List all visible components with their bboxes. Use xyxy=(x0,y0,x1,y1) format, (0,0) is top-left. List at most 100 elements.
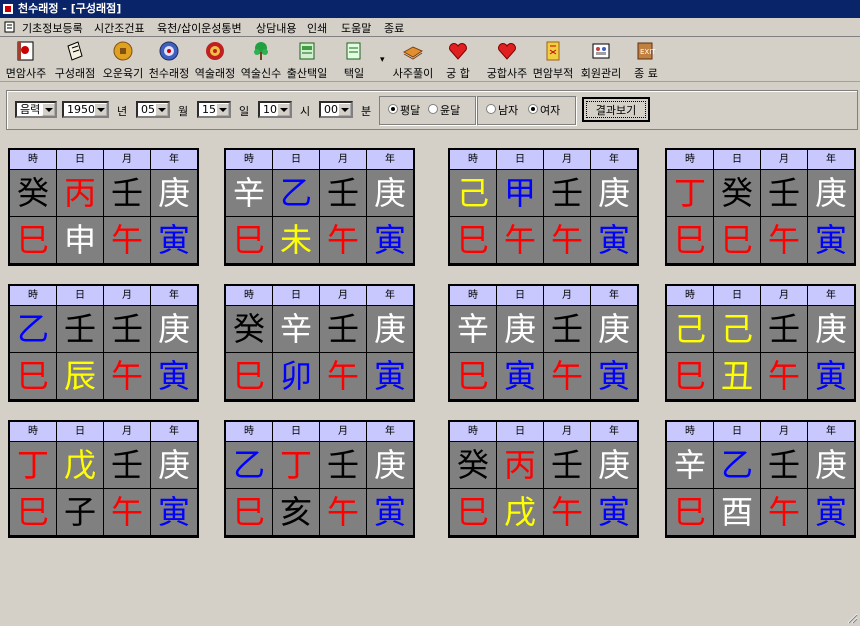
show-results-button[interactable]: 결과보기 xyxy=(582,97,650,122)
heavenly-stem-cell: 辛 xyxy=(667,442,713,488)
toolbar: 면암사주 구성래점 오운육기 천수래정 역술래정 역술신수 출산택일 택일 ▾ … xyxy=(0,37,860,82)
pillar-header-row: 時日月年 xyxy=(226,286,415,305)
toolbar-button-oun-yukgi[interactable]: 오운육기 xyxy=(100,39,146,80)
minute-select[interactable]: 00 xyxy=(319,101,353,118)
menu-item-exit[interactable]: 종료 xyxy=(384,20,404,36)
leap-month-radio[interactable] xyxy=(428,104,438,114)
heavenly-stem-cell: 庚 xyxy=(367,442,413,488)
male-radio[interactable] xyxy=(486,104,496,114)
earthly-branch-cell: 寅 xyxy=(591,353,637,399)
heavenly-stem-cell: 己 xyxy=(667,306,713,352)
calendar-type-select[interactable]: 음력 xyxy=(15,101,57,118)
hour-select[interactable]: 10 xyxy=(258,101,292,118)
regular-month-radio[interactable] xyxy=(388,104,398,114)
pillar-header-cell: 日 xyxy=(714,286,760,305)
heavenly-stem-cell: 庚 xyxy=(591,170,637,216)
earthly-branch-cell: 寅 xyxy=(151,217,197,263)
toolbar-button-saju-puri[interactable]: 사주풀이 xyxy=(390,39,436,80)
heavenly-stem-cell: 戊 xyxy=(57,442,103,488)
pillar-header-row: 時日月年 xyxy=(226,422,415,441)
toolbar-button-myeonam-saju[interactable]: 면암사주 xyxy=(4,39,48,80)
menu-item-help[interactable]: 도움말 xyxy=(341,20,371,36)
toolbar-button-taegil[interactable]: 택일 xyxy=(334,39,374,80)
earthly-branch-cell: 寅 xyxy=(591,217,637,263)
earthly-branch-cell: 巳 xyxy=(450,353,496,399)
bread-icon xyxy=(402,46,424,60)
pen-icon xyxy=(346,42,361,60)
pillar-card: 時日月年丁戊壬庚巳子午寅 xyxy=(8,420,199,538)
heavenly-stem-cell: 壬 xyxy=(320,306,366,352)
earthly-branch-cell: 寅 xyxy=(367,217,413,263)
female-label[interactable]: 여자 xyxy=(540,102,560,118)
month-select[interactable]: 05 xyxy=(136,101,170,118)
toolbar-button-myeonam-bujeok[interactable]: 면암부적 xyxy=(530,39,576,80)
earthly-branch-cell: 午 xyxy=(497,217,543,263)
pillar-header-cell: 年 xyxy=(591,422,637,441)
pillar-header-cell: 月 xyxy=(761,286,807,305)
toolbar-button-cheonsu-raejeong[interactable]: 천수래정 xyxy=(146,39,192,80)
earthly-branch-cell: 丑 xyxy=(714,353,760,399)
pillar-header-cell: 月 xyxy=(544,150,590,169)
scroll-icon xyxy=(67,41,83,61)
toolbar-button-gunghap-saju[interactable]: 궁합사주 xyxy=(484,39,530,80)
heavenly-stem-cell: 乙 xyxy=(714,442,760,488)
toolbar-button-chulsan-taegil[interactable]: 출산택일 xyxy=(284,39,330,80)
toolbar-button-member-management[interactable]: 회원관리 xyxy=(578,39,624,80)
pillar-header-cell: 年 xyxy=(591,150,637,169)
earthly-branch-cell: 寅 xyxy=(151,489,197,535)
male-label[interactable]: 남자 xyxy=(498,102,518,118)
toolbar-button-gunghap[interactable]: 궁 합 xyxy=(440,39,476,80)
regular-month-label[interactable]: 평달 xyxy=(400,102,420,118)
chevron-down-icon[interactable] xyxy=(42,103,55,116)
heavenly-stem-cell: 庚 xyxy=(591,306,637,352)
document-menu-icon[interactable] xyxy=(4,21,16,33)
pillar-header-cell: 年 xyxy=(367,286,413,305)
heavenly-stem-cell: 丙 xyxy=(57,170,103,216)
toolbar-button-exit[interactable]: EXIT 종 료 xyxy=(626,39,666,80)
chevron-down-icon[interactable] xyxy=(216,103,229,116)
chevron-down-icon[interactable] xyxy=(94,103,107,116)
female-radio[interactable] xyxy=(528,104,538,114)
pillar-header-cell: 日 xyxy=(714,422,760,441)
dropdown-arrow-icon[interactable]: ▾ xyxy=(380,55,385,65)
resize-grip-icon[interactable] xyxy=(846,612,858,624)
day-select[interactable]: 15 xyxy=(197,101,231,118)
pillar-header-cell: 時 xyxy=(667,422,713,441)
menu-item-interpretation[interactable]: 육천/삽이운성통변 xyxy=(157,20,242,36)
menu-bar: 기초정보등록 시간조건표 육천/삽이운성통변 상담내용 인쇄 도움말 종료 xyxy=(0,18,860,37)
heavenly-stem-cell: 庚 xyxy=(808,170,854,216)
menu-item-time-table[interactable]: 시간조건표 xyxy=(94,20,145,36)
exit-icon: EXIT xyxy=(637,42,656,60)
chevron-down-icon[interactable] xyxy=(277,103,290,116)
chevron-down-icon[interactable] xyxy=(338,103,351,116)
members-icon xyxy=(592,43,610,59)
earthly-branch-cell: 巳 xyxy=(714,217,760,263)
leap-month-label[interactable]: 윤달 xyxy=(440,102,460,118)
heavenly-stem-cell: 壬 xyxy=(761,170,807,216)
earthly-branch-cell: 巳 xyxy=(10,217,56,263)
toolbar-button-guseong-raejeom[interactable]: 구성래점 xyxy=(52,39,98,80)
earthly-branch-cell: 巳 xyxy=(450,489,496,535)
birth-input-panel: 음력 1950 년 05 월 15 일 10 시 00 분 평달 윤달 남자 여… xyxy=(6,90,858,130)
heavenly-stem-cell: 壬 xyxy=(320,170,366,216)
earthly-branch-cell: 酉 xyxy=(714,489,760,535)
menu-item-consultation[interactable]: 상담내용 xyxy=(256,20,296,36)
pillar-header-row: 時日月年 xyxy=(10,150,199,169)
pillar-header-cell: 年 xyxy=(808,422,854,441)
calendar-icon xyxy=(299,42,315,60)
pillar-header-cell: 月 xyxy=(320,286,366,305)
menu-item-basic-info[interactable]: 기초정보등록 xyxy=(22,20,83,36)
chevron-down-icon[interactable] xyxy=(155,103,168,116)
heavenly-stem-cell: 甲 xyxy=(497,170,543,216)
earthly-branch-cell: 午 xyxy=(761,489,807,535)
pillar-header-cell: 年 xyxy=(151,286,197,305)
heavenly-stem-cell: 壬 xyxy=(761,306,807,352)
heavenly-stem-cell: 壬 xyxy=(761,442,807,488)
menu-item-print[interactable]: 인쇄 xyxy=(307,20,327,36)
month-unit: 월 xyxy=(178,105,189,118)
toolbar-button-yeoksul-sinsu[interactable]: 역술신수 xyxy=(238,39,284,80)
toolbar-button-yeoksul-raejeong[interactable]: 역술래정 xyxy=(192,39,238,80)
pillar-header-cell: 時 xyxy=(667,150,713,169)
year-unit: 년 xyxy=(117,105,128,118)
year-select[interactable]: 1950 xyxy=(62,101,109,118)
